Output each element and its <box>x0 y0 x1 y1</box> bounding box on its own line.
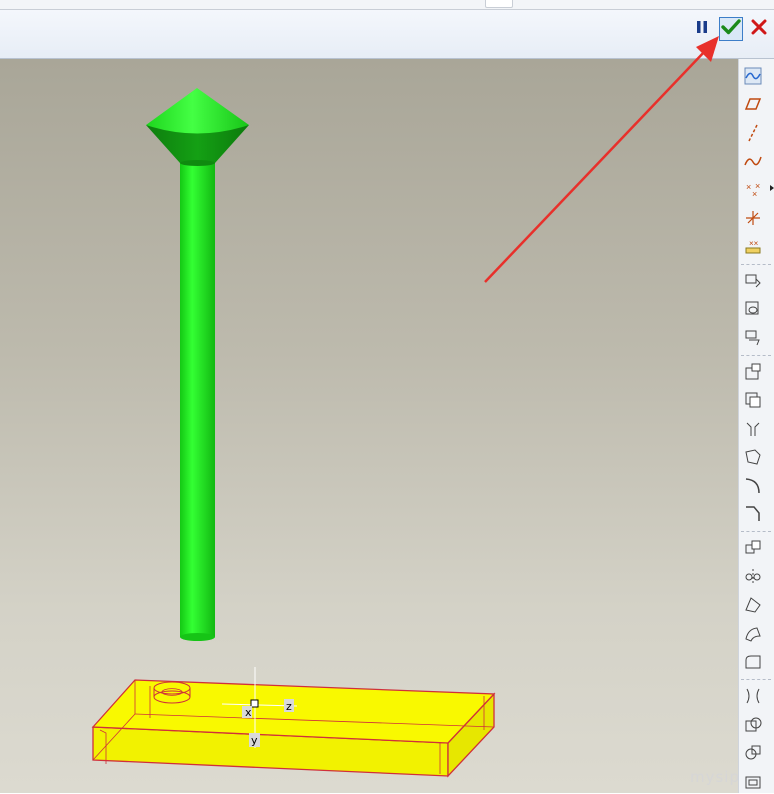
sketch-tool-button[interactable] <box>741 64 765 88</box>
draft-button[interactable] <box>741 445 765 469</box>
right-feature-toolbar: × × × ×× <box>738 59 774 793</box>
toolbar-separator <box>741 355 771 356</box>
hole-icon <box>745 363 761 380</box>
curve-button[interactable] <box>741 149 765 173</box>
model-scene: x z y <box>91 88 496 778</box>
cancel-button[interactable] <box>747 17 771 41</box>
intersect-icon <box>745 745 761 760</box>
offset-button[interactable] <box>741 770 765 794</box>
extrude-button[interactable] <box>741 269 765 293</box>
boundary-blend-button[interactable] <box>741 593 765 617</box>
chamfer-icon <box>746 506 760 521</box>
tab-stub[interactable]: · <box>485 0 513 8</box>
window-top-strip: · <box>0 0 774 10</box>
trim-button[interactable] <box>741 713 765 737</box>
toolbar-separator <box>741 679 771 681</box>
round-icon <box>745 477 760 493</box>
axis-label-x: x <box>245 706 252 719</box>
offset-icon <box>745 776 761 789</box>
coordinate-system-icon <box>746 211 760 225</box>
trim-icon <box>745 717 762 732</box>
svg-text:×: × <box>755 181 760 191</box>
toolbar-separator <box>741 263 771 265</box>
revolve-button[interactable] <box>741 297 765 321</box>
intersect-button[interactable] <box>741 741 765 765</box>
rib-icon <box>746 422 760 436</box>
merge-icon <box>746 689 760 704</box>
axis-icon <box>748 124 758 142</box>
surface-button[interactable] <box>741 622 765 646</box>
graphics-viewport[interactable]: x z y <box>0 59 738 793</box>
sweep-button[interactable] <box>741 326 765 350</box>
round-button[interactable] <box>741 474 765 498</box>
axis-label-z: z <box>286 700 292 713</box>
pin-head-upper-cone <box>146 88 249 134</box>
svg-text:××: ×× <box>749 239 759 248</box>
shell-button[interactable] <box>741 388 765 412</box>
close-x-icon <box>751 19 767 40</box>
merge-button[interactable] <box>741 684 765 708</box>
yellow-base-plate[interactable] <box>91 679 496 778</box>
chamfer-button[interactable] <box>741 502 765 526</box>
pause-icon <box>695 19 709 40</box>
plane-button[interactable] <box>741 92 765 116</box>
axis-label-y: y <box>251 734 258 747</box>
flyout-arrow-icon[interactable] <box>770 185 774 191</box>
point-icon: ××× <box>746 181 760 199</box>
plane-icon <box>744 98 762 111</box>
toolbar-separator <box>741 531 771 533</box>
pause-button[interactable] <box>690 17 714 41</box>
point-button[interactable]: × × × <box>741 178 765 202</box>
feature-dashboard <box>0 10 774 59</box>
rib-button[interactable] <box>741 417 765 441</box>
pattern-button[interactable] <box>741 536 765 560</box>
mirror-icon <box>745 568 761 585</box>
checkmark-icon <box>721 18 741 41</box>
shell-icon <box>745 392 761 408</box>
pin-shaft <box>180 150 215 637</box>
svg-text:×: × <box>746 182 751 192</box>
coordinate-system-button[interactable] <box>741 206 765 230</box>
boundary-blend-icon <box>745 597 761 613</box>
mirror-button[interactable] <box>741 565 765 589</box>
analysis-icon: ×× <box>745 239 761 254</box>
confirm-button[interactable] <box>719 17 743 41</box>
fill-icon <box>745 655 761 669</box>
fill-button[interactable] <box>741 650 765 674</box>
surface-icon <box>745 627 761 642</box>
sweep-icon <box>745 330 760 345</box>
hole-button[interactable] <box>741 360 765 384</box>
axis-button[interactable] <box>741 121 765 145</box>
pattern-icon <box>745 540 761 554</box>
pin-shaft-end <box>180 633 215 641</box>
revolve-icon <box>745 301 759 315</box>
curve-icon <box>744 156 762 166</box>
green-pin[interactable] <box>146 88 249 641</box>
extrude-icon <box>745 274 761 288</box>
sketch-tool-icon <box>744 67 762 85</box>
analysis-button[interactable]: ×× <box>741 234 765 258</box>
draft-icon <box>745 449 761 465</box>
